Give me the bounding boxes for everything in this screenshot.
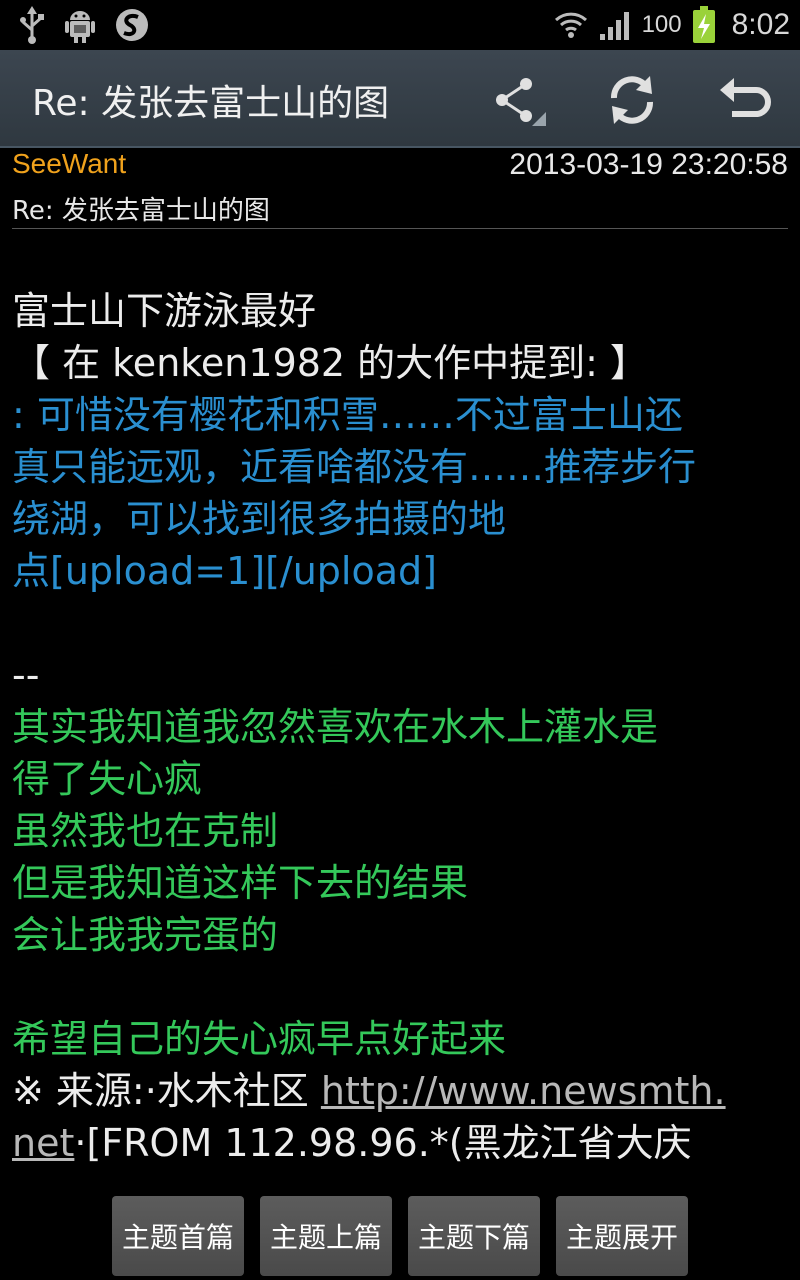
signature-line: 会让我我完蛋的	[12, 913, 279, 957]
refresh-icon	[611, 76, 653, 124]
quote-line: : 可惜没有樱花和积雪……不过富士山还	[12, 393, 683, 437]
sync-app-icon	[114, 7, 150, 43]
post-datetime: 2013-03-19 23:20:58	[509, 148, 788, 181]
quote-line: 真只能远观，近看啥都没有……推荐步行	[12, 445, 697, 489]
wifi-icon	[554, 8, 588, 42]
quote-line: 绕湖，可以找到很多拍摄的地	[12, 497, 507, 541]
post-subject: Re: 发张去富士山的图	[12, 196, 270, 226]
signature-line: 但是我知道这样下去的结果	[12, 861, 469, 905]
source-from: ·[FROM 112.98.96.*(黑龙江省大庆	[74, 1121, 692, 1165]
source-prefix: ※ 来源:·水木社区	[12, 1069, 321, 1113]
share-icon	[496, 78, 546, 126]
share-button[interactable]	[490, 72, 546, 128]
signature-line: 虽然我也在克制	[12, 809, 279, 853]
source-link[interactable]: http://www.newsmth.	[321, 1069, 726, 1113]
action-bar: Re: 发张去富士山的图	[0, 50, 800, 148]
quote-header: 【 在 kenken1982 的大作中提到: 】	[12, 341, 649, 385]
refresh-button[interactable]	[604, 72, 660, 128]
source-link[interactable]: net	[12, 1121, 74, 1165]
thread-next-button[interactable]: 主题下篇	[408, 1196, 540, 1276]
signature-line: 其实我知道我忽然喜欢在水木上灌水是	[12, 705, 659, 749]
signature-line: 得了失心疯	[12, 757, 203, 801]
post-body: 富士山下游泳最好 【 在 kenken1982 的大作中提到: 】 : 可惜没有…	[12, 285, 790, 1175]
page-title: Re: 发张去富士山的图	[32, 83, 390, 124]
reply-text: 富士山下游泳最好	[12, 289, 317, 333]
thread-prev-button[interactable]: 主题上篇	[260, 1196, 392, 1276]
signature-line: 希望自己的失心疯早点好起来	[12, 1017, 507, 1061]
quote-line: 点[upload=1][/upload]	[12, 549, 437, 593]
battery-charging-icon	[692, 6, 716, 44]
back-button[interactable]	[716, 72, 772, 128]
signal-icon	[598, 8, 632, 42]
post-header: SeeWant 2013-03-19 23:20:58 Re: 发张去富士山的图	[12, 146, 788, 229]
signature-separator: --	[12, 653, 40, 697]
back-icon	[720, 78, 771, 117]
thread-nav-bar: 主题首篇 主题上篇 主题下篇 主题展开	[0, 1196, 800, 1280]
source-line: ※ 来源:·水木社区 http://www.newsmth.	[12, 1065, 790, 1117]
source-line: net·[FROM 112.98.96.*(黑龙江省大庆	[12, 1117, 790, 1169]
thread-expand-button[interactable]: 主题展开	[556, 1196, 688, 1276]
android-debug-icon	[64, 6, 96, 44]
usb-icon	[18, 6, 46, 44]
status-bar: 100 8:02	[0, 0, 800, 50]
thread-first-button[interactable]: 主题首篇	[112, 1196, 244, 1276]
clock: 8:02	[731, 8, 790, 41]
battery-percent: 100	[641, 11, 682, 38]
author-name[interactable]: SeeWant	[12, 148, 126, 180]
